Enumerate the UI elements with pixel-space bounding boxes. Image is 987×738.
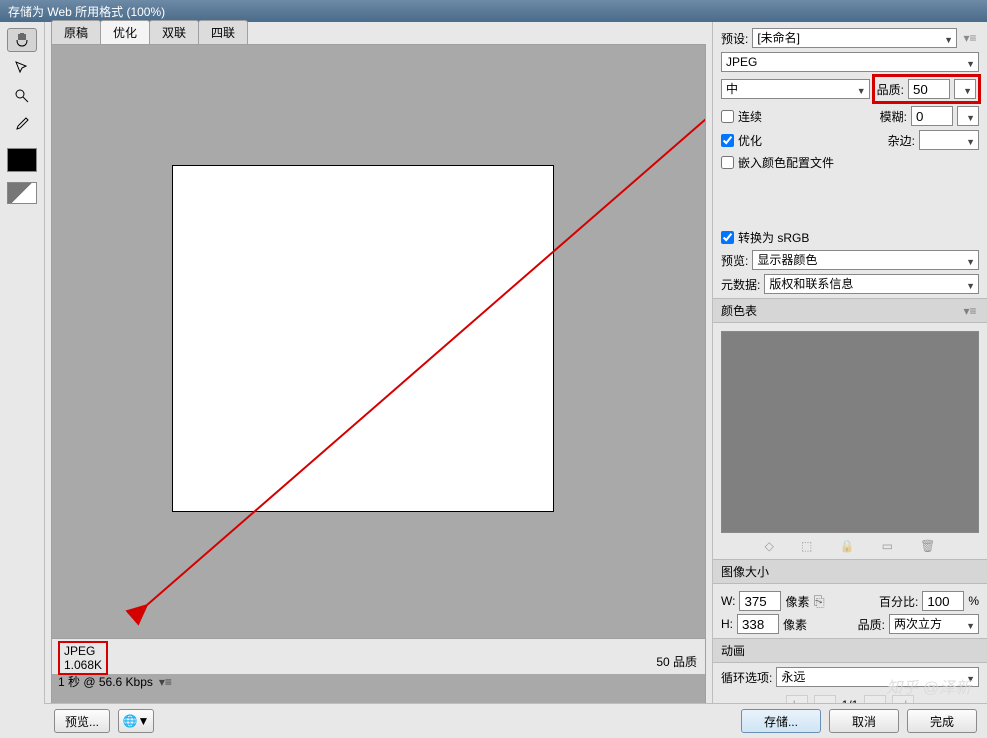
height-input[interactable] <box>737 614 779 634</box>
ct-icon[interactable]: ◇ <box>765 539 774 553</box>
quality-input[interactable] <box>908 79 950 99</box>
preset-label: 预设: <box>721 30 748 47</box>
canvas-area[interactable]: JPEG 1.068K 50 品质 1 秒 @ 56.6 Kbps▾≡ <box>51 44 706 713</box>
resample-select[interactable]: 两次立方 <box>889 614 979 634</box>
ct-lock-icon[interactable]: 🔒 <box>840 539 855 553</box>
imagesize-header: 图像大小 <box>713 559 987 584</box>
width-input[interactable] <box>739 591 781 611</box>
quality-profile-select[interactable]: 中 <box>721 79 870 99</box>
info-format: JPEG <box>64 644 95 658</box>
preview-canvas <box>172 165 554 512</box>
width-label: W: <box>721 594 735 608</box>
preview-tabs: 原稿 优化 双联 四联 <box>45 22 712 44</box>
zoom-tool[interactable] <box>7 84 37 108</box>
colortable-menu-icon[interactable]: ▾≡ <box>961 304 979 318</box>
color-table[interactable] <box>721 331 979 533</box>
foreground-swatch[interactable] <box>7 148 37 172</box>
blur-stepper[interactable] <box>957 106 979 126</box>
embed-profile-checkbox[interactable]: 嵌入颜色配置文件 <box>721 154 834 171</box>
timing-menu-icon[interactable]: ▾≡ <box>159 675 172 689</box>
done-button[interactable]: 完成 <box>907 709 977 733</box>
preset-select[interactable]: [未命名] <box>752 28 957 48</box>
blur-input[interactable] <box>911 106 953 126</box>
height-label: H: <box>721 617 733 631</box>
eyedropper-tool[interactable] <box>7 112 37 136</box>
preset-menu-icon[interactable]: ▾≡ <box>961 31 979 45</box>
info-size: 1.068K <box>64 658 102 672</box>
toggle-slices-icon[interactable] <box>7 182 37 204</box>
save-button[interactable]: 存储... <box>741 709 821 733</box>
matte-label: 杂边: <box>888 132 915 149</box>
tab-2up[interactable]: 双联 <box>149 20 199 44</box>
colortable-toolbar: ◇ ⬚ 🔒 ▭ 🗑 <box>721 537 979 555</box>
preview-select[interactable]: 显示器颜色 <box>752 250 979 270</box>
tool-strip <box>0 22 45 738</box>
quality-label: 品质: <box>877 81 904 98</box>
blur-label: 模糊: <box>880 108 907 125</box>
loop-label: 循环选项: <box>721 669 772 686</box>
loop-select[interactable]: 永远 <box>776 667 979 687</box>
progressive-checkbox[interactable]: 连续 <box>721 108 762 125</box>
link-dimensions-icon[interactable]: ⎘ <box>813 593 824 610</box>
resample-label: 品质: <box>858 616 885 633</box>
window-title: 存储为 Web 所用格式 (100%) <box>0 0 987 22</box>
tab-original[interactable]: 原稿 <box>51 20 101 44</box>
info-quality: 50 品质 <box>656 653 697 670</box>
save-for-web-dialog: 存储为 Web 所用格式 (100%) 原稿 优化 双联 四联 JP <box>0 0 987 738</box>
optimize-info: JPEG 1.068K <box>52 638 705 674</box>
dialog-buttons: 预览... 🌐▼ 存储... 取消 完成 <box>44 703 987 738</box>
center-column: 原稿 优化 双联 四联 JPEG 1.068K 50 品质 1 秒 @ 56.6… <box>45 22 712 738</box>
metadata-select[interactable]: 版权和联系信息 <box>764 274 979 294</box>
matte-select[interactable] <box>919 130 979 150</box>
animation-header: 动画 <box>713 638 987 663</box>
format-select[interactable]: JPEG <box>721 52 979 72</box>
preview-button[interactable]: 预览... <box>54 709 110 733</box>
browser-preview-button[interactable]: 🌐▼ <box>118 709 154 733</box>
info-timing: 1 秒 @ 56.6 Kbps▾≡ <box>58 673 172 690</box>
metadata-label: 元数据: <box>721 276 760 293</box>
convert-srgb-checkbox[interactable]: 转换为 sRGB <box>721 229 809 246</box>
ct-trash-icon[interactable]: 🗑 <box>920 539 935 553</box>
quality-stepper[interactable] <box>954 79 976 99</box>
colortable-header: 颜色表▾≡ <box>713 298 987 323</box>
cancel-button[interactable]: 取消 <box>829 709 899 733</box>
slice-select-tool[interactable] <box>7 56 37 80</box>
hand-tool[interactable] <box>7 28 37 52</box>
optimized-checkbox[interactable]: 优化 <box>721 132 762 149</box>
preview-label: 预览: <box>721 252 748 269</box>
ct-icon[interactable]: ⬚ <box>801 539 812 553</box>
ct-new-icon[interactable]: ▭ <box>882 539 893 553</box>
percent-input[interactable] <box>922 591 964 611</box>
tab-4up[interactable]: 四联 <box>198 20 248 44</box>
settings-panel: 预设: [未命名] ▾≡ JPEG 中 品质: 连续 模糊: <box>712 22 987 738</box>
tab-optimized[interactable]: 优化 <box>100 20 150 44</box>
percent-label: 百分比: <box>879 593 918 610</box>
